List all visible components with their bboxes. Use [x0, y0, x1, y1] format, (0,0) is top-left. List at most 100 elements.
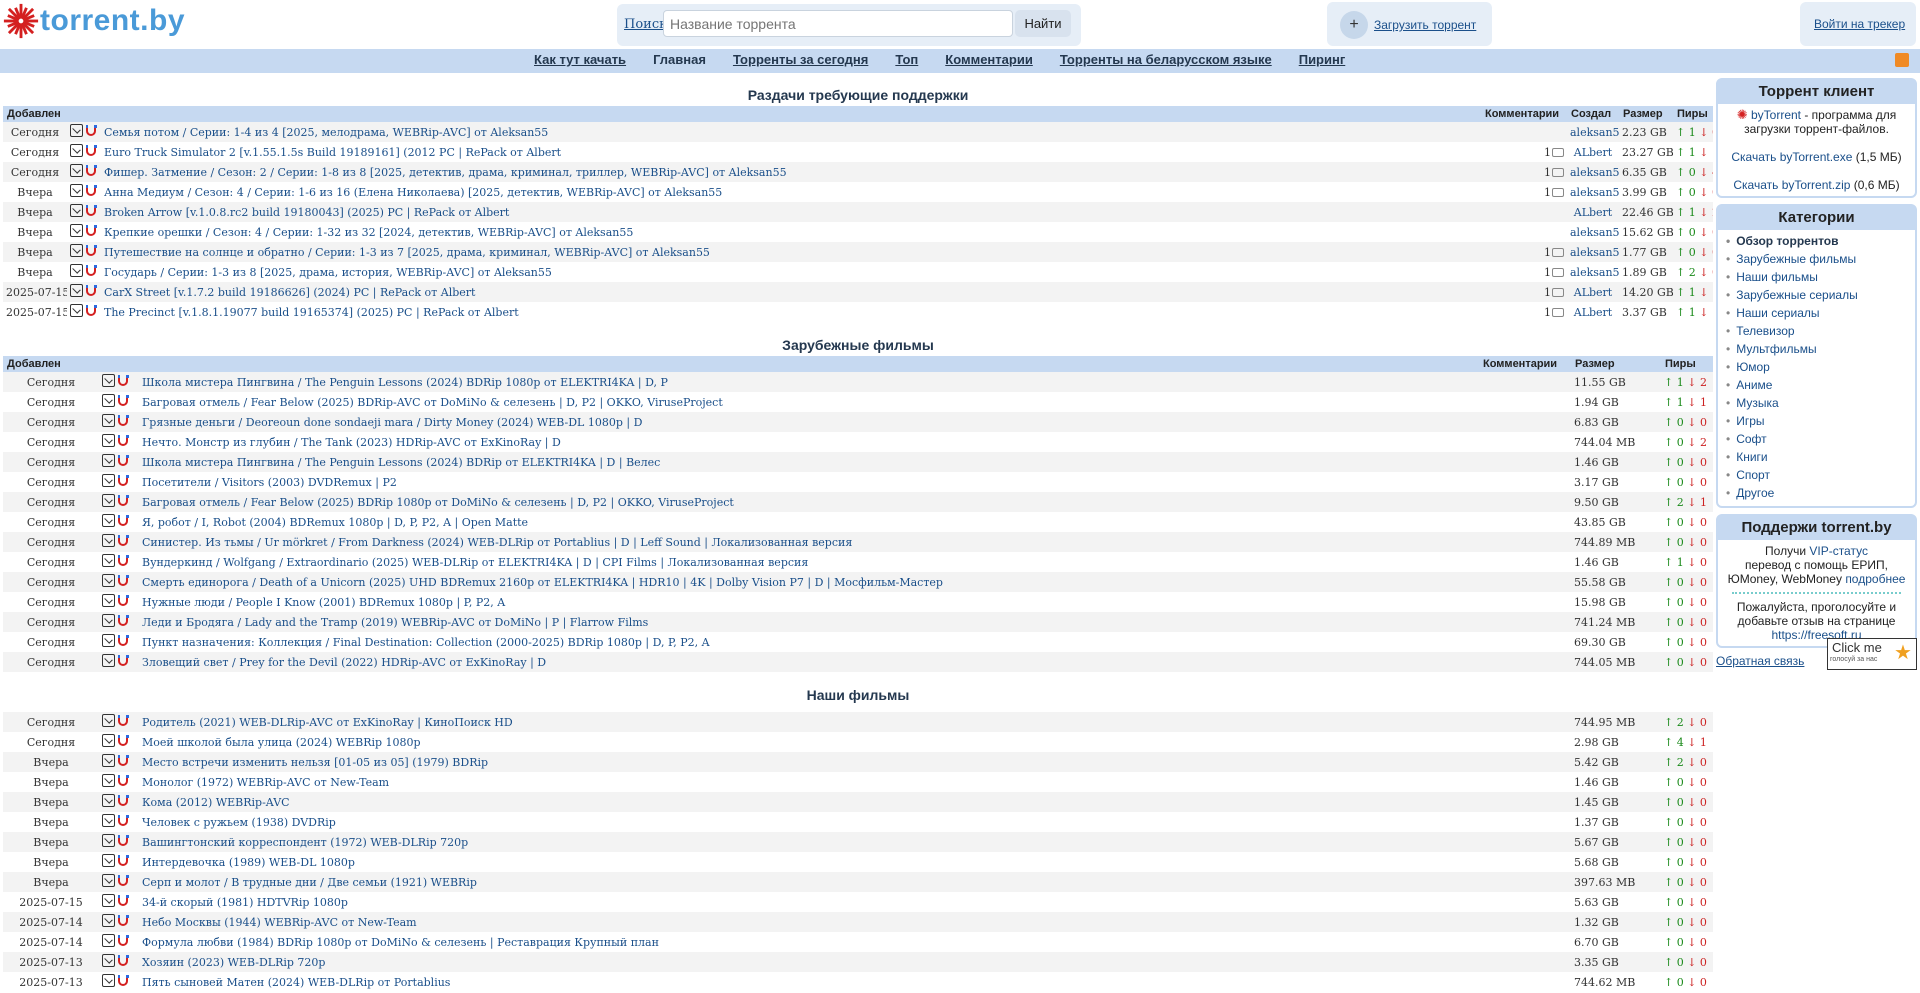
magnet-icon[interactable] — [117, 655, 129, 666]
download-icon[interactable] — [102, 654, 115, 667]
torrent-title-link[interactable]: Euro Truck Simulator 2 [v.1.55.1.5s Buil… — [104, 146, 561, 159]
torrent-title-link[interactable]: Формула любви (1984) BDRip 1080p от DoMi… — [142, 936, 659, 949]
magnet-icon[interactable] — [117, 635, 129, 646]
magnet-icon[interactable] — [117, 455, 129, 466]
magnet-icon[interactable] — [85, 125, 97, 136]
author-link[interactable]: aleksan55 — [1570, 126, 1619, 139]
download-icon[interactable] — [102, 554, 115, 567]
magnet-icon[interactable] — [117, 535, 129, 546]
torrent-title-link[interactable]: Пять сыновей Матен (2024) WEB-DLRip от P… — [142, 976, 450, 989]
comment-icon[interactable] — [1552, 288, 1564, 297]
category-item[interactable]: Игры — [1736, 412, 1915, 430]
torrent-title-link[interactable]: Моей школой была улица (2024) WEBRip 108… — [142, 736, 421, 749]
comment-icon[interactable] — [1552, 308, 1564, 317]
comment-icon[interactable] — [1552, 268, 1564, 277]
torrent-title-link[interactable]: Зловещий свет / Prey for the Devil (2022… — [142, 656, 546, 669]
torrent-title-link[interactable]: Смерть единорога / Death of a Unicorn (2… — [142, 576, 943, 589]
torrent-title-link[interactable]: Нечто. Монстр из глубин / The Tank (2023… — [142, 436, 561, 449]
download-icon[interactable] — [70, 124, 83, 137]
category-item[interactable]: Аниме — [1736, 376, 1915, 394]
magnet-icon[interactable] — [85, 245, 97, 256]
torrent-title-link[interactable]: 34-й скорый (1981) HDTVRip 1080p — [142, 896, 348, 909]
torrent-title-link[interactable]: Школа мистера Пингвина / The Penguin Les… — [142, 456, 660, 469]
author-link[interactable]: aleksan55 — [1570, 166, 1619, 179]
magnet-icon[interactable] — [117, 755, 129, 766]
nav-item[interactable]: Торренты на беларусском языке — [1060, 52, 1272, 67]
torrent-title-link[interactable]: The Precinct [v.1.8.1.19077 build 191653… — [104, 306, 519, 319]
download-icon[interactable] — [102, 794, 115, 807]
magnet-icon[interactable] — [117, 495, 129, 506]
feedback-link[interactable]: Обратная связь — [1716, 654, 1804, 668]
magnet-icon[interactable] — [117, 415, 129, 426]
download-icon[interactable] — [102, 474, 115, 487]
download-icon[interactable] — [102, 894, 115, 907]
torrent-title-link[interactable]: Путешествие на солнце и обратно / Серии:… — [104, 246, 710, 259]
torrent-title-link[interactable]: Пункт назначения: Коллекция / Final Dest… — [142, 636, 710, 649]
torrent-title-link[interactable]: Серп и молот / В трудные дни / Две семьи… — [142, 876, 477, 889]
magnet-icon[interactable] — [117, 855, 129, 866]
torrent-title-link[interactable]: Монолог (1972) WEBRip-AVC от New-Team — [142, 776, 389, 789]
download-icon[interactable] — [102, 814, 115, 827]
login-link[interactable]: Войти на трекер — [1814, 17, 1905, 31]
more-link[interactable]: подробнее — [1845, 572, 1905, 586]
download-icon[interactable] — [102, 574, 115, 587]
download-icon[interactable] — [102, 974, 115, 987]
download-icon[interactable] — [70, 224, 83, 237]
torrent-title-link[interactable]: Интердевочка (1989) WEB-DL 1080p — [142, 856, 355, 869]
magnet-icon[interactable] — [117, 955, 129, 966]
category-item[interactable]: Телевизор — [1736, 322, 1915, 340]
torrent-title-link[interactable]: Я, робот / I, Robot (2004) BDRemux 1080p… — [142, 516, 528, 529]
magnet-icon[interactable] — [117, 735, 129, 746]
magnet-icon[interactable] — [117, 775, 129, 786]
category-item[interactable]: Музыка — [1736, 394, 1915, 412]
author-link[interactable]: aleksan55 — [1570, 186, 1619, 199]
torrent-title-link[interactable]: Нужные люди / People I Know (2001) BDRem… — [142, 596, 505, 609]
author-link[interactable]: ALbert — [1574, 286, 1612, 299]
magnet-icon[interactable] — [85, 305, 97, 316]
magnet-icon[interactable] — [85, 165, 97, 176]
magnet-icon[interactable] — [85, 185, 97, 196]
torrent-title-link[interactable]: Семья потом / Серии: 1-4 из 4 [2025, мел… — [104, 126, 548, 139]
torrent-title-link[interactable]: Кома (2012) WEBRip-AVC — [142, 796, 290, 809]
magnet-icon[interactable] — [117, 975, 129, 986]
search-button[interactable]: Найти — [1015, 10, 1071, 37]
magnet-icon[interactable] — [117, 615, 129, 626]
magnet-icon[interactable] — [85, 265, 97, 276]
download-icon[interactable] — [70, 204, 83, 217]
torrent-title-link[interactable]: Государь / Серии: 1-3 из 8 [2025, драма,… — [104, 266, 552, 279]
download-zip-link[interactable]: Скачать byTorrent.zip — [1733, 178, 1850, 192]
comment-icon[interactable] — [1552, 148, 1564, 157]
download-icon[interactable] — [102, 454, 115, 467]
category-item[interactable]: Наши сериалы — [1736, 304, 1915, 322]
nav-item[interactable]: Торренты за сегодня — [733, 52, 868, 67]
magnet-icon[interactable] — [117, 875, 129, 886]
section-link[interactable]: Наши фильмы — [807, 687, 910, 703]
bytorrent-link[interactable]: byTorrent — [1751, 108, 1801, 122]
category-item[interactable]: Обзор торрентов — [1736, 232, 1915, 250]
magnet-icon[interactable] — [117, 895, 129, 906]
torrent-title-link[interactable]: Небо Москвы (1944) WEBRip-AVC от New-Tea… — [142, 916, 417, 929]
category-item[interactable]: Другое — [1736, 484, 1915, 502]
magnet-icon[interactable] — [117, 935, 129, 946]
torrent-title-link[interactable]: Вундеркинд / Wolfgang / Extraordinario (… — [142, 556, 808, 569]
download-icon[interactable] — [102, 414, 115, 427]
download-icon[interactable] — [102, 874, 115, 887]
magnet-icon[interactable] — [85, 225, 97, 236]
magnet-icon[interactable] — [85, 145, 97, 156]
upload-torrent-link[interactable]: Загрузить торрент — [1374, 18, 1476, 32]
magnet-icon[interactable] — [117, 555, 129, 566]
category-item[interactable]: Софт — [1736, 430, 1915, 448]
comment-icon[interactable] — [1552, 188, 1564, 197]
download-icon[interactable] — [102, 754, 115, 767]
torrent-title-link[interactable]: Леди и Бродяга / Lady and the Tramp (201… — [142, 616, 648, 629]
download-icon[interactable] — [102, 534, 115, 547]
download-icon[interactable] — [70, 304, 83, 317]
download-icon[interactable] — [102, 954, 115, 967]
download-icon[interactable] — [70, 244, 83, 257]
torrent-title-link[interactable]: Человек с ружьем (1938) DVDRip — [142, 816, 336, 829]
download-icon[interactable] — [102, 714, 115, 727]
section-link[interactable]: Зарубежные фильмы — [782, 337, 934, 353]
magnet-icon[interactable] — [117, 915, 129, 926]
torrent-title-link[interactable]: CarX Street [v.1.7.2 build 19186626] (20… — [104, 286, 475, 299]
magnet-icon[interactable] — [117, 715, 129, 726]
